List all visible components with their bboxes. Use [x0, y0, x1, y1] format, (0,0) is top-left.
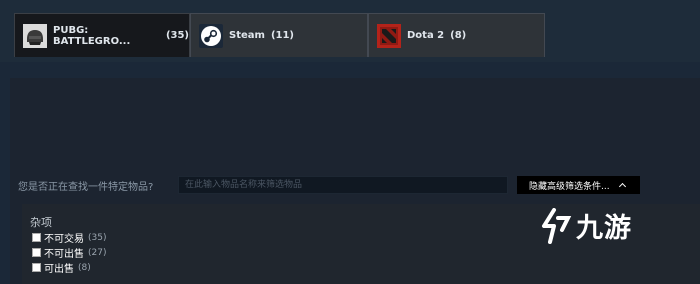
item-search-input[interactable] [178, 176, 508, 194]
filter-list: 不可交易 (35) 不可出售 (27) 可出售 (8) [32, 230, 106, 275]
tab-label: Steam [229, 30, 265, 41]
tab-count: (8) [450, 30, 467, 41]
hide-advanced-filters-button[interactable]: 隐藏高级筛选条件... [517, 176, 640, 194]
filter-option-unmarketable[interactable]: 不可出售 (27) [32, 245, 106, 260]
tab-dota2[interactable]: Dota 2 (8) [368, 13, 545, 57]
steam-icon [199, 23, 223, 48]
chevron-up-icon [618, 182, 626, 191]
button-label: 隐藏高级筛选条件... [529, 181, 610, 192]
tab-steam[interactable]: Steam (11) [190, 13, 368, 57]
jiuyou-logo-icon [542, 207, 572, 244]
filter-label: 不可交易 [44, 234, 84, 245]
tab-label: PUBG: BATTLEGRO... [53, 24, 131, 47]
tab-count: (35) [165, 30, 189, 41]
dota2-icon [377, 23, 401, 48]
filter-label: 可出售 [44, 264, 74, 275]
checkbox[interactable] [32, 248, 41, 257]
checkbox[interactable] [32, 233, 41, 242]
filter-label: 不可出售 [44, 249, 84, 260]
search-label: 您是否正在查找一件特定物品? [18, 181, 154, 193]
item-search-row: 您是否正在查找一件特定物品? [18, 176, 508, 194]
filter-category-title: 杂项 [30, 216, 52, 229]
filter-count: (8) [78, 262, 91, 273]
watermark-text: 九游 [576, 213, 632, 244]
tab-label: Dota 2 [407, 30, 445, 41]
filter-option-untradable[interactable]: 不可交易 (35) [32, 230, 106, 245]
tab-pubg[interactable]: PUBG: BATTLEGRO... (35) [14, 13, 190, 57]
checkbox[interactable] [32, 263, 41, 272]
filter-count: (27) [88, 247, 107, 258]
game-tabs: PUBG: BATTLEGRO... (35) Steam (11) Dota … [14, 13, 545, 57]
filter-option-marketable[interactable]: 可出售 (8) [32, 260, 106, 275]
pubg-helmet-icon [23, 23, 47, 48]
filter-count: (35) [88, 232, 107, 243]
tab-count: (11) [270, 30, 294, 41]
jiuyou-watermark: 九游 [540, 206, 632, 245]
